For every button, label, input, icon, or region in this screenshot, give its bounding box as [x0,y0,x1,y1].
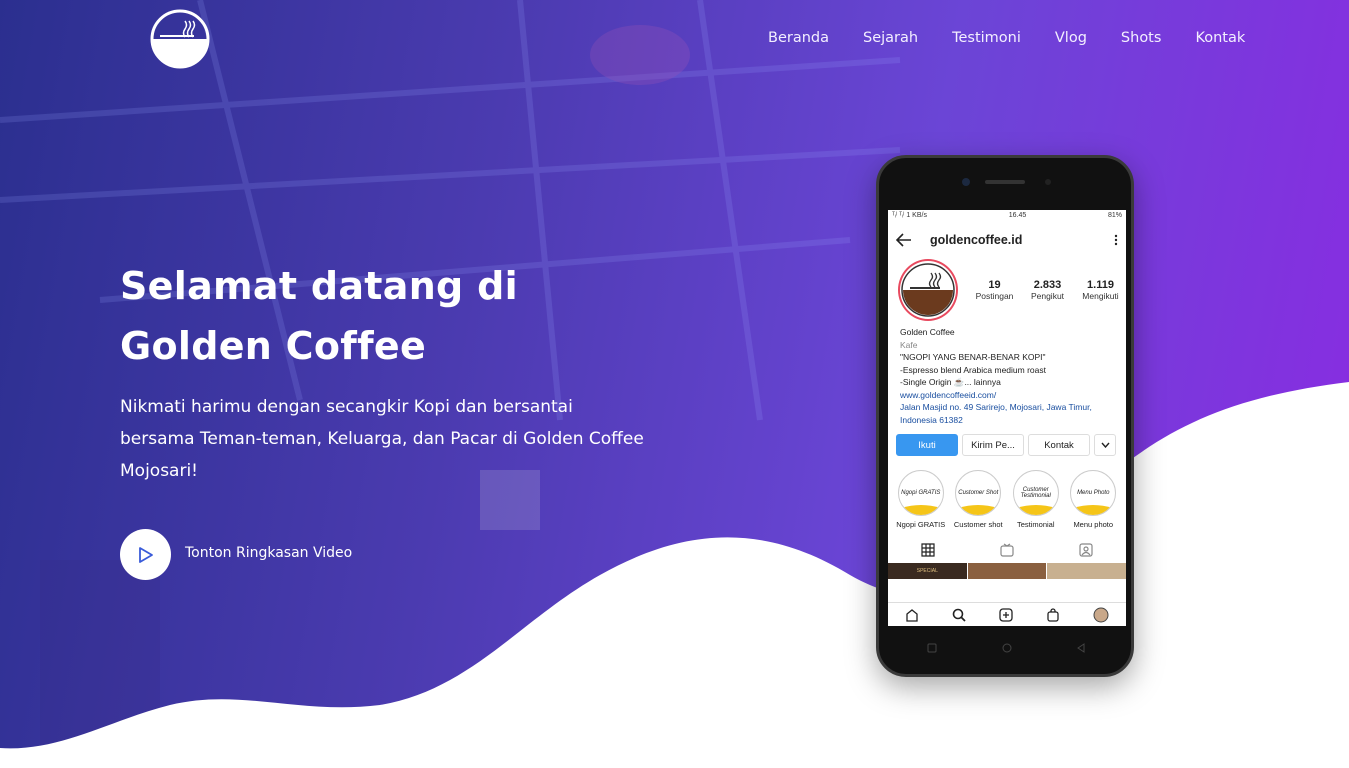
grid-post[interactable] [1047,563,1126,579]
followers-label: Pengikut [1030,291,1065,301]
ig-header: goldencoffee.id [888,222,1126,258]
play-icon [138,546,153,563]
highlight-cover: Ngopi GRATIS [897,470,944,516]
ig-bottom-nav [888,602,1126,626]
stat-posts[interactable]: 19 Postingan [968,279,1021,301]
play-video-label[interactable]: Tonton Ringkasan Video [185,545,352,561]
highlight-label: Customer shot [953,520,1003,529]
ig-stats: 19 Postingan 2.833 Pengikut 1.119 Mengik… [968,279,1126,301]
phone-nav-keys [927,643,1085,653]
posts-count: 19 [988,279,1001,291]
search-icon[interactable] [952,608,966,622]
bio-line1: "NGOPI YANG BENAR-BENAR KOPI" [900,352,1046,362]
status-battery: 81% [1107,212,1122,219]
hero-section [0,0,1349,768]
phone-speaker [985,180,1025,184]
add-icon[interactable] [999,607,1013,622]
grid-post[interactable] [967,563,1047,579]
nav-shots[interactable]: Shots [1121,30,1162,46]
ig-action-buttons: Ikuti Kirim Pe... Kontak [888,426,1126,456]
bio-address1[interactable]: Jalan Masjid no. 49 Sarirejo, Mojosari, … [900,401,1114,414]
main-nav: Beranda Sejarah Testimoni Vlog Shots Kon… [768,30,1245,46]
hero-subtitle: Nikmati harimu dengan secangkir Kopi dan… [120,391,680,487]
hero-subtitle-line3: Mojosari! [120,461,198,481]
tagged-icon[interactable] [1079,543,1093,557]
ig-highlights: Ngopi GRATIS Ngopi GRATIS Customer Shot … [888,456,1126,529]
home-icon[interactable] [905,608,919,622]
igtv-icon[interactable] [1000,543,1014,557]
nav-sejarah[interactable]: Sejarah [863,30,918,46]
hero-subtitle-line2: bersama Teman-teman, Keluarga, dan Pacar… [120,429,644,449]
following-label: Mengikuti [1082,291,1119,301]
hero-subtitle-line1: Nikmati harimu dengan secangkir Kopi dan… [120,397,573,417]
ig-profile: 19 Postingan 2.833 Pengikut 1.119 Mengik… [888,258,1126,321]
highlight-item[interactable]: Customer Shot Customer shot [951,470,1005,529]
stat-following[interactable]: 1.119 Mengikuti [1074,279,1126,301]
stat-followers[interactable]: 2.833 Pengikut [1021,279,1074,301]
status-time: 16.45 [1008,212,1027,219]
shop-icon[interactable] [1046,607,1060,622]
highlight-cover: Customer Testimonial [1012,470,1059,516]
ig-tabs [888,529,1126,563]
highlight-item[interactable]: Customer Testimonial Testimonial [1009,470,1063,529]
chevron-down-icon [1100,442,1110,448]
nav-kontak[interactable]: Kontak [1195,30,1245,46]
bio-line2: -Espresso blend Arabica medium roast [900,364,1046,375]
following-count: 1.119 [1087,279,1114,291]
followers-count: 2.833 [1033,279,1062,291]
bio-name: Golden Coffee [900,327,955,337]
highlight-label: Testimonial [1016,520,1055,529]
more-vert-icon[interactable] [1114,234,1118,246]
nav-testimoni[interactable]: Testimoni [952,30,1021,46]
bio-link[interactable]: www.goldencoffeeid.com/ [900,389,1114,402]
bio-address2[interactable]: Indonesia 61382 [900,414,1114,427]
grid-icon[interactable] [921,543,935,557]
highlight-item[interactable]: Menu Photo Menu photo [1066,470,1120,529]
phone-screen: ᵀᵢˡ ᵀᵢˡ 1 KB/s 16.45 81% goldencoffee.id… [888,210,1126,626]
status-signal: ᵀᵢˡ ᵀᵢˡ 1 KB/s [892,212,927,219]
status-bar: ᵀᵢˡ ᵀᵢˡ 1 KB/s 16.45 81% [888,210,1126,222]
highlight-label: Ngopi GRATIS [896,520,946,529]
message-button[interactable]: Kirim Pe... [962,434,1024,456]
nav-beranda[interactable]: Beranda [768,30,829,46]
avatar[interactable] [898,259,958,321]
hero-title-line2: Golden Coffee [120,324,427,368]
highlight-cover: Menu Photo [1070,470,1117,516]
highlight-cover: Customer Shot [955,470,1002,516]
hero-title: Selamat datang di Golden Coffee [120,256,620,376]
back-arrow-icon[interactable] [896,233,912,247]
contact-button[interactable]: Kontak [1028,434,1090,456]
ig-post-grid[interactable]: SPECIAL [888,563,1126,579]
profile-icon[interactable] [1093,607,1109,623]
grid-post-text: SPECIAL [916,568,938,574]
highlight-item[interactable]: Ngopi GRATIS Ngopi GRATIS [894,470,948,529]
logo-cup-icon[interactable] [150,9,210,69]
posts-label: Postingan [975,291,1014,301]
highlight-label: Menu photo [1073,520,1114,529]
more-options-button[interactable] [1094,434,1116,456]
grid-post[interactable]: SPECIAL [888,563,967,579]
logo-cup-icon [901,263,955,317]
play-video-button[interactable] [120,529,171,580]
phone-camera [962,178,970,186]
white-wave-shape [0,382,1349,768]
bio-line3: -Single Origin ☕... lainnya [900,377,1001,387]
phone-sensor [1045,179,1051,185]
ig-bio: Golden Coffee Kafe "NGOPI YANG BENAR-BEN… [888,320,1126,426]
ig-username: goldencoffee.id [930,233,1023,247]
hero-title-line1: Selamat datang di [120,264,518,308]
nav-vlog[interactable]: Vlog [1055,30,1087,46]
bio-category: Kafe [900,339,918,350]
follow-button[interactable]: Ikuti [896,434,958,456]
